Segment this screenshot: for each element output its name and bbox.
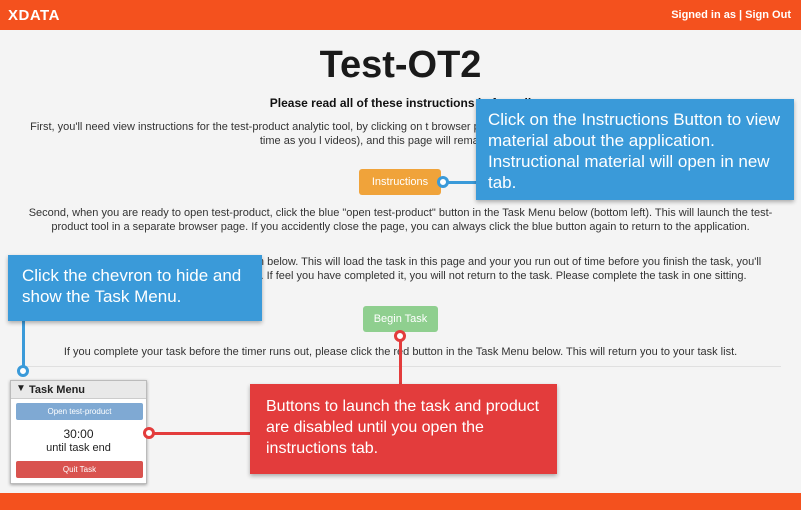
bottom-bar [0, 493, 801, 510]
signin-links[interactable]: Signed in as | Sign Out [671, 9, 791, 21]
brand-logo[interactable]: XDATA [8, 7, 60, 24]
disabled-buttons-callout: Buttons to launch the task and product a… [250, 384, 557, 474]
chevron-down-icon[interactable]: ▼ [16, 383, 26, 394]
chevron-callout: Click the chevron to hide and show the T… [8, 255, 262, 321]
instructions-paragraph-2: Second, when you are ready to open test-… [28, 207, 773, 233]
callout-leader-instructions [446, 181, 478, 184]
quit-task-button[interactable]: Quit Task [16, 461, 143, 478]
callout-leader-begin [399, 338, 402, 385]
callout-leader-chevron [22, 320, 25, 370]
page-title: Test-OT2 [319, 44, 482, 86]
task-timer-label: until task end [46, 442, 111, 454]
callout-dot-instructions [437, 176, 449, 188]
instructions-callout: Click on the Instructions Button to view… [476, 99, 794, 200]
task-menu-title: Task Menu [29, 384, 86, 396]
callout-leader-open [154, 432, 251, 435]
instructions-button[interactable]: Instructions [359, 169, 441, 195]
task-menu-panel: ▼ Task Menu Open test-product 30:00 unti… [10, 380, 147, 484]
callout-dot-begin [394, 330, 406, 342]
task-menu-header[interactable]: ▼ Task Menu [11, 381, 146, 399]
begin-task-button[interactable]: Begin Task [363, 306, 438, 332]
callout-dot-chevron [17, 365, 29, 377]
task-timer: 30:00 [63, 427, 94, 441]
top-navbar: XDATA Signed in as | Sign Out [0, 0, 801, 30]
open-test-product-button[interactable]: Open test-product [16, 403, 143, 420]
callout-dot-open [143, 427, 155, 439]
